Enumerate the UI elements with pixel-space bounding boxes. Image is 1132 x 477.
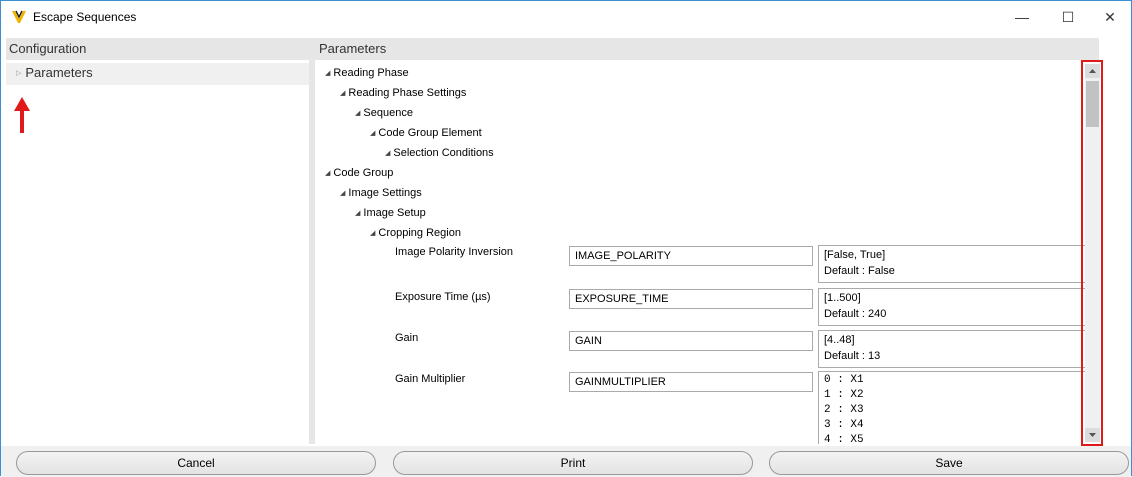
button-bar: Cancel Print Save (1, 446, 1131, 477)
save-button[interactable]: Save (769, 451, 1129, 475)
collapse-triangle-icon[interactable]: ◢ (385, 150, 390, 157)
tree-node-selection-conditions[interactable]: ◢ Selection Conditions (385, 147, 494, 159)
collapse-triangle-icon[interactable]: ◢ (325, 70, 330, 77)
tree-node-image-setup[interactable]: ◢ Image Setup (355, 207, 426, 219)
expand-triangle-icon[interactable]: ▷ (16, 70, 21, 77)
tree-item-label: Parameters (25, 65, 93, 80)
param-label: Exposure Time (µs) (395, 291, 491, 303)
tree-node-image-settings[interactable]: ◢ Image Settings (340, 187, 422, 199)
param-range-info: [4..48] Default : 13 (818, 330, 1085, 368)
param-options-list: 0 : X1 1 : X2 2 : X3 3 : X4 4 : X5 (818, 371, 1085, 444)
param-label: Gain Multiplier (395, 373, 466, 385)
scroll-down-button[interactable] (1085, 428, 1100, 442)
option-item: 1 : X2 (824, 389, 864, 401)
arrow-down-icon (1089, 433, 1096, 437)
param-range-info: [False, True] Default : False (818, 245, 1085, 283)
red-arrow-icon (14, 97, 30, 133)
title-bar[interactable]: Escape Sequences — ☐ ✕ (1, 1, 1131, 33)
parameters-header: Parameters (315, 38, 1099, 60)
maximize-button[interactable]: ☐ (1045, 1, 1091, 33)
param-value-field[interactable]: EXPOSURE_TIME (569, 289, 813, 309)
param-value-field[interactable]: GAINMULTIPLIER (569, 372, 813, 392)
scrollbar-thumb[interactable] (1086, 81, 1099, 127)
tree-node-cropping-region[interactable]: ◢ Cropping Region (370, 227, 461, 239)
param-label: Gain (395, 332, 419, 344)
collapse-triangle-icon[interactable]: ◢ (355, 110, 360, 117)
collapse-triangle-icon[interactable]: ◢ (370, 130, 375, 137)
scroll-up-button[interactable] (1085, 64, 1100, 78)
app-logo-icon (12, 10, 26, 23)
close-button[interactable]: ✕ (1087, 1, 1132, 33)
option-item: 0 : X1 (824, 374, 864, 386)
configuration-header: Configuration (6, 38, 309, 60)
collapse-triangle-icon[interactable]: ◢ (370, 230, 375, 237)
option-item: 2 : X3 (824, 404, 864, 416)
tree-node-reading-phase-settings[interactable]: ◢ Reading Phase Settings (340, 87, 466, 99)
tree-node-reading-phase[interactable]: ◢ Reading Phase (325, 67, 409, 79)
collapse-triangle-icon[interactable]: ◢ (355, 210, 360, 217)
escape-sequences-window: Escape Sequences — ☐ ✕ Configuration ▷ Pa… (0, 0, 1132, 477)
window-title: Escape Sequences (33, 10, 137, 24)
collapse-triangle-icon[interactable]: ◢ (340, 90, 345, 97)
print-button[interactable]: Print (393, 451, 753, 475)
tree-node-sequence[interactable]: ◢ Sequence (355, 107, 413, 119)
param-value-field[interactable]: GAIN (569, 331, 813, 351)
option-item: 4 : X5 (824, 434, 864, 444)
tree-item-parameters[interactable]: ▷ Parameters (6, 63, 309, 85)
tree-node-code-group-element[interactable]: ◢ Code Group Element (370, 127, 482, 139)
arrow-up-icon (1089, 69, 1096, 73)
configuration-tree: ▷ Parameters (6, 60, 309, 444)
tree-node-code-group[interactable]: ◢ Code Group (325, 167, 393, 179)
collapse-triangle-icon[interactable]: ◢ (325, 170, 330, 177)
option-item: 3 : X4 (824, 419, 864, 431)
minimize-button[interactable]: — (999, 1, 1045, 33)
param-label: Image Polarity Inversion (395, 246, 513, 258)
collapse-triangle-icon[interactable]: ◢ (340, 190, 345, 197)
vertical-scrollbar[interactable] (1085, 64, 1100, 442)
cancel-button[interactable]: Cancel (16, 451, 376, 475)
param-range-info: [1..500] Default : 240 (818, 288, 1085, 326)
parameters-tree: ◢ Reading Phase ◢ Reading Phase Settings ◢… (315, 60, 1085, 444)
param-value-field[interactable]: IMAGE_POLARITY (569, 246, 813, 266)
